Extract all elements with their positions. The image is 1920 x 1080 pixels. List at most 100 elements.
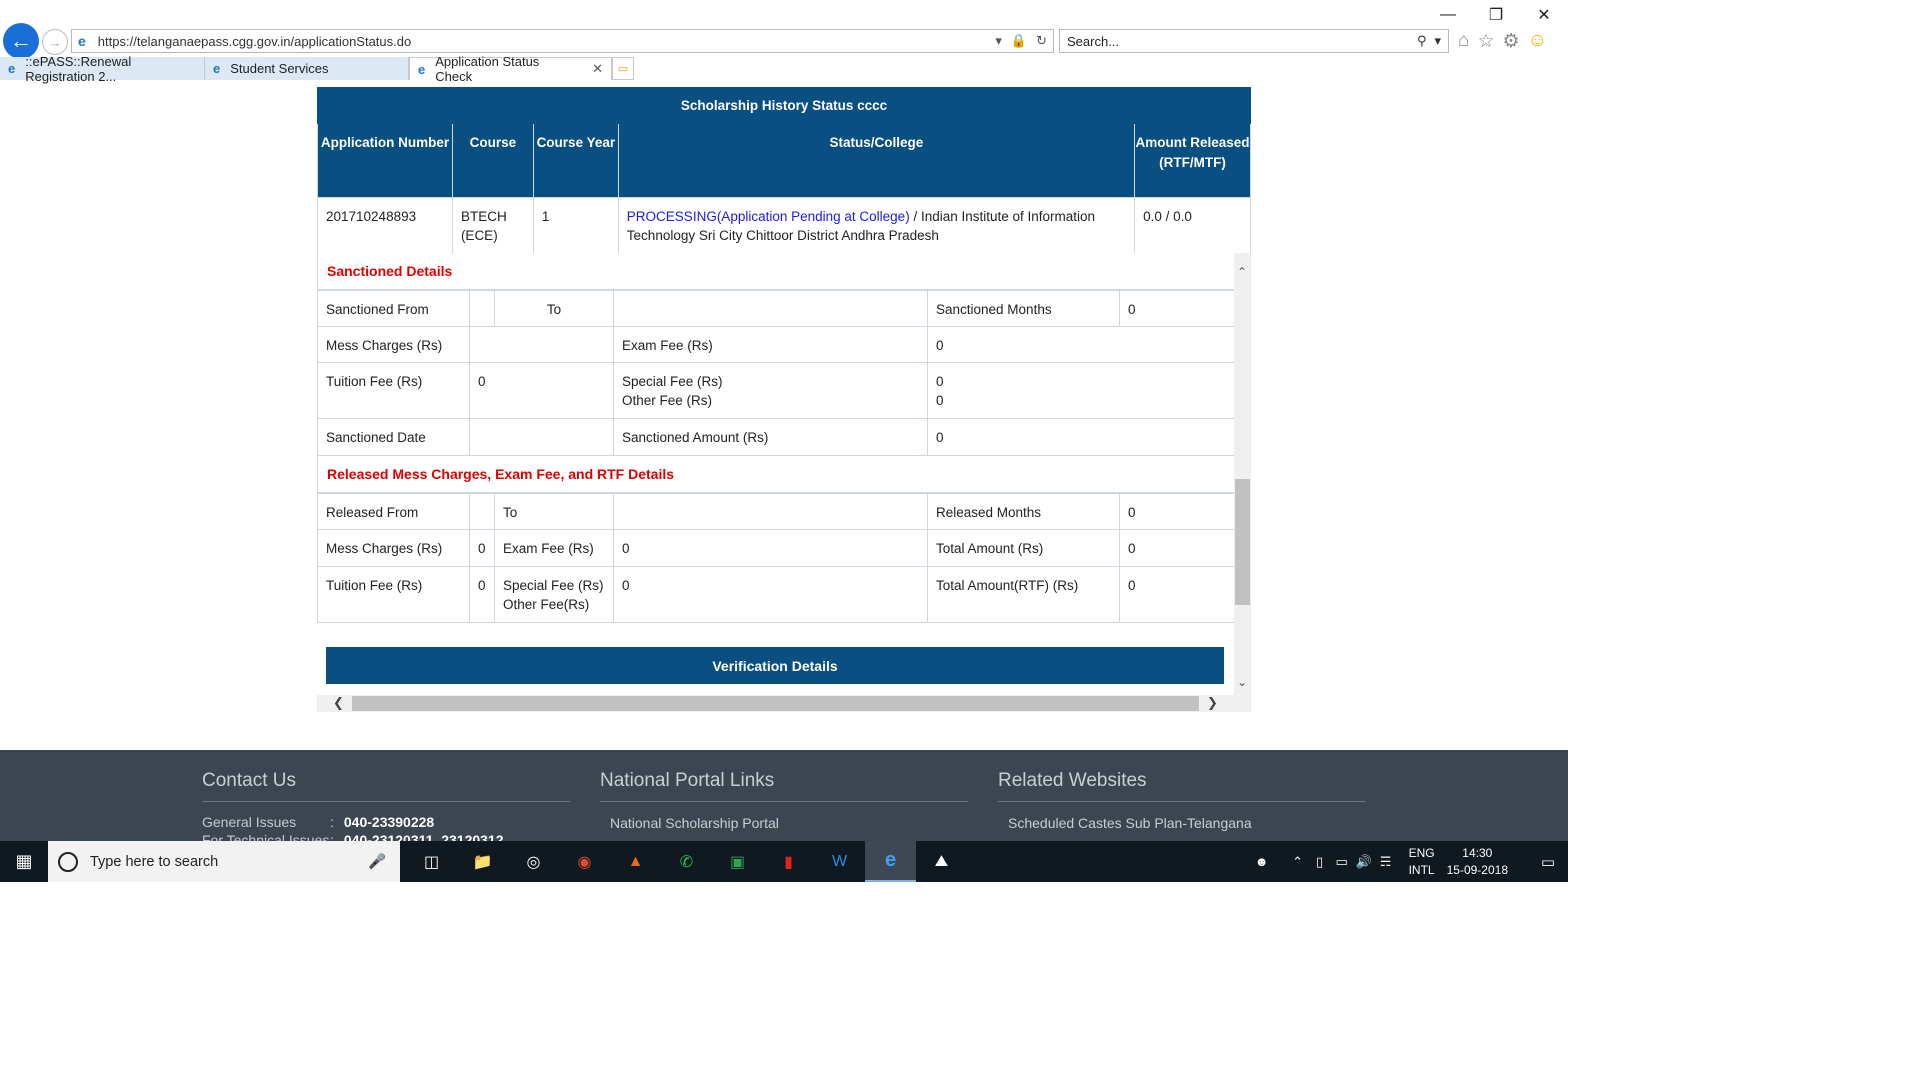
windows-logo-icon: ▦ [15,851,33,871]
footer-national-title: National Portal Links [600,770,968,802]
col-course-year: Course Year [532,123,619,198]
device-icon[interactable]: ▯ [1309,854,1331,870]
s-mess-value [469,326,614,363]
s-other-value: 0 [936,393,944,408]
r-special-label: Special Fee (Rs) [503,578,604,593]
search-box[interactable]: Search... ⚲ ▾ [1059,29,1449,53]
scsp-telangana-link[interactable]: Scheduled Castes Sub Plan-Telangana [998,815,1366,831]
taskbar-search[interactable]: Type here to search 🎤 [48,841,400,882]
taskbar-search-placeholder[interactable]: Type here to search [90,854,368,870]
s-special-other-labels: Special Fee (Rs) Other Fee (Rs) [613,362,928,419]
whatsapp-icon[interactable]: ✆ [661,841,712,882]
chrome-icon[interactable]: ◉ [559,841,610,882]
search-icon[interactable]: ⚲ [1417,33,1427,49]
history-table: Scholarship History Status cccc Applicat… [317,87,1251,254]
status-link[interactable]: PROCESSING(Application Pending at Colleg… [627,209,910,224]
r-tuition-value: 0 [469,566,495,623]
scroll-up-icon[interactable]: ⌃ [1237,265,1247,279]
ie-tab-icon: e [8,61,16,76]
tab-strip: e ::ePASS::Renewal Registration 2... e S… [0,54,634,84]
notification-icon[interactable]: ▭ [1528,853,1568,871]
feedback-smiley-icon[interactable]: ☺ [1528,30,1547,53]
refresh-icon[interactable]: ↻ [1036,33,1047,49]
photos-icon[interactable]: ⛰ [916,841,967,882]
language-indicator[interactable]: ENG INTL [1409,845,1435,879]
scroll-down-icon[interactable]: ⌄ [1237,675,1247,689]
sanctioned-months-label: Sanctioned Months [927,290,1120,327]
col-amount-released: Amount Released (RTF/MTF) [1134,123,1251,198]
task-view-icon[interactable]: ◫ [406,841,457,882]
window-controls: — ❐ ✕ [1424,0,1568,30]
r-total-rtf-value: 0 [1119,566,1234,623]
lock-icon[interactable]: 🔒 [1011,33,1027,49]
green-app-icon[interactable]: ▣ [712,841,763,882]
microphone-icon[interactable]: 🎤 [368,853,386,870]
s-special-label: Special Fee (Rs) [622,374,723,389]
restore-icon[interactable]: ❐ [1472,0,1520,30]
s-mess-label: Mess Charges (Rs) [317,326,470,363]
tab-application-status[interactable]: e Application Status Check ✕ [409,54,612,84]
details-scroll-area[interactable]: Sanctioned Details Sanctioned From To Sa… [317,253,1234,695]
media-player-icon[interactable]: ◎ [508,841,559,882]
internet-explorer-icon[interactable]: e [865,841,916,882]
r-mess-value: 0 [469,529,495,567]
released-title: Released Mess Charges, Exam Fee, and RTF… [317,456,1234,493]
volume-icon[interactable]: 🔊 [1353,854,1375,870]
sanctioned-to-label: To [494,290,614,327]
dropdown-icon[interactable]: ▾ [995,33,1002,49]
battery-icon[interactable]: ▭ [1331,854,1353,870]
r-total-label: Total Amount (Rs) [927,529,1120,567]
people-icon[interactable]: ☻ [1251,854,1273,869]
general-issues-row: General Issues:040-23390228 [202,814,570,830]
minimize-icon[interactable]: — [1424,0,1472,30]
col-status-college: Status/College [617,123,1136,198]
search-placeholder[interactable]: Search... [1067,34,1417,49]
forward-arrow-icon: → [48,34,62,50]
show-hidden-icon[interactable]: ⌃ [1287,854,1309,870]
matlab-icon[interactable]: ▲ [610,841,661,882]
vertical-scrollbar[interactable]: ⌃ ⌄ [1234,253,1251,695]
wifi-icon[interactable]: ☴ [1375,854,1397,870]
start-button[interactable]: ▦ [0,841,48,882]
acrobat-icon[interactable]: ▮ [763,841,814,882]
s-amount-label: Sanctioned Amount (Rs) [613,418,928,456]
search-dropdown-icon[interactable]: ▾ [1434,33,1441,49]
general-issues-phone[interactable]: 040-23390228 [344,814,434,830]
s-date-label: Sanctioned Date [317,418,470,456]
close-icon[interactable]: ✕ [1520,0,1568,30]
clock[interactable]: 14:30 15-09-2018 [1447,845,1508,879]
r-special-other-labels: Special Fee (Rs) Other Fee(Rs) [494,566,614,623]
r-total-rtf-label: Total Amount(RTF) (Rs) [927,566,1120,623]
favorites-star-icon[interactable]: ☆ [1477,30,1494,53]
footer-contact: Contact Us General Issues:040-23390228 F… [202,770,570,841]
s-amount-value: 0 [927,418,1234,456]
r-exam-label: Exam Fee (Rs) [494,529,614,567]
horizontal-scroll-thumb[interactable] [352,696,1199,711]
tab-close-icon[interactable]: ✕ [592,61,603,77]
word-app-icon[interactable]: W [814,841,865,882]
browser-chrome: — ❐ ✕ ← → e https://telanganaepass.cgg.g… [0,0,1568,84]
home-icon[interactable]: ⌂ [1458,30,1469,53]
r-other-label: Other Fee(Rs) [503,597,590,612]
forward-button[interactable]: → [42,29,68,55]
sanctioned-to-value [613,290,928,327]
col-application-number: Application Number [317,123,453,198]
scroll-right-icon[interactable]: ❯ [1207,695,1218,711]
ie-icon: e [78,33,86,49]
new-tab-button[interactable]: ▭ [612,57,634,80]
sanctioned-from-value [469,290,495,327]
national-scholarship-link[interactable]: National Scholarship Portal [600,815,968,831]
vertical-scroll-thumb[interactable] [1235,479,1250,605]
tab-renewal[interactable]: e ::ePASS::Renewal Registration 2... [0,54,205,84]
file-explorer-icon[interactable]: 📁 [457,841,508,882]
settings-gear-icon[interactable]: ⚙ [1503,30,1520,53]
url-text[interactable]: https://telanganaepass.cgg.gov.in/applic… [98,34,996,49]
released-months-label: Released Months [927,493,1120,530]
technical-issues-phone[interactable]: 040-23120311, 23120312 [344,832,504,841]
scroll-left-icon[interactable]: ❮ [333,695,344,711]
verification-header[interactable]: Verification Details [326,647,1224,684]
horizontal-scrollbar[interactable]: ❮ ❯ [317,695,1251,712]
tab-student-services[interactable]: e Student Services [205,57,409,80]
address-bar[interactable]: e https://telanganaepass.cgg.gov.in/appl… [71,29,1054,53]
site-footer: Contact Us General Issues:040-23390228 F… [0,750,1568,841]
